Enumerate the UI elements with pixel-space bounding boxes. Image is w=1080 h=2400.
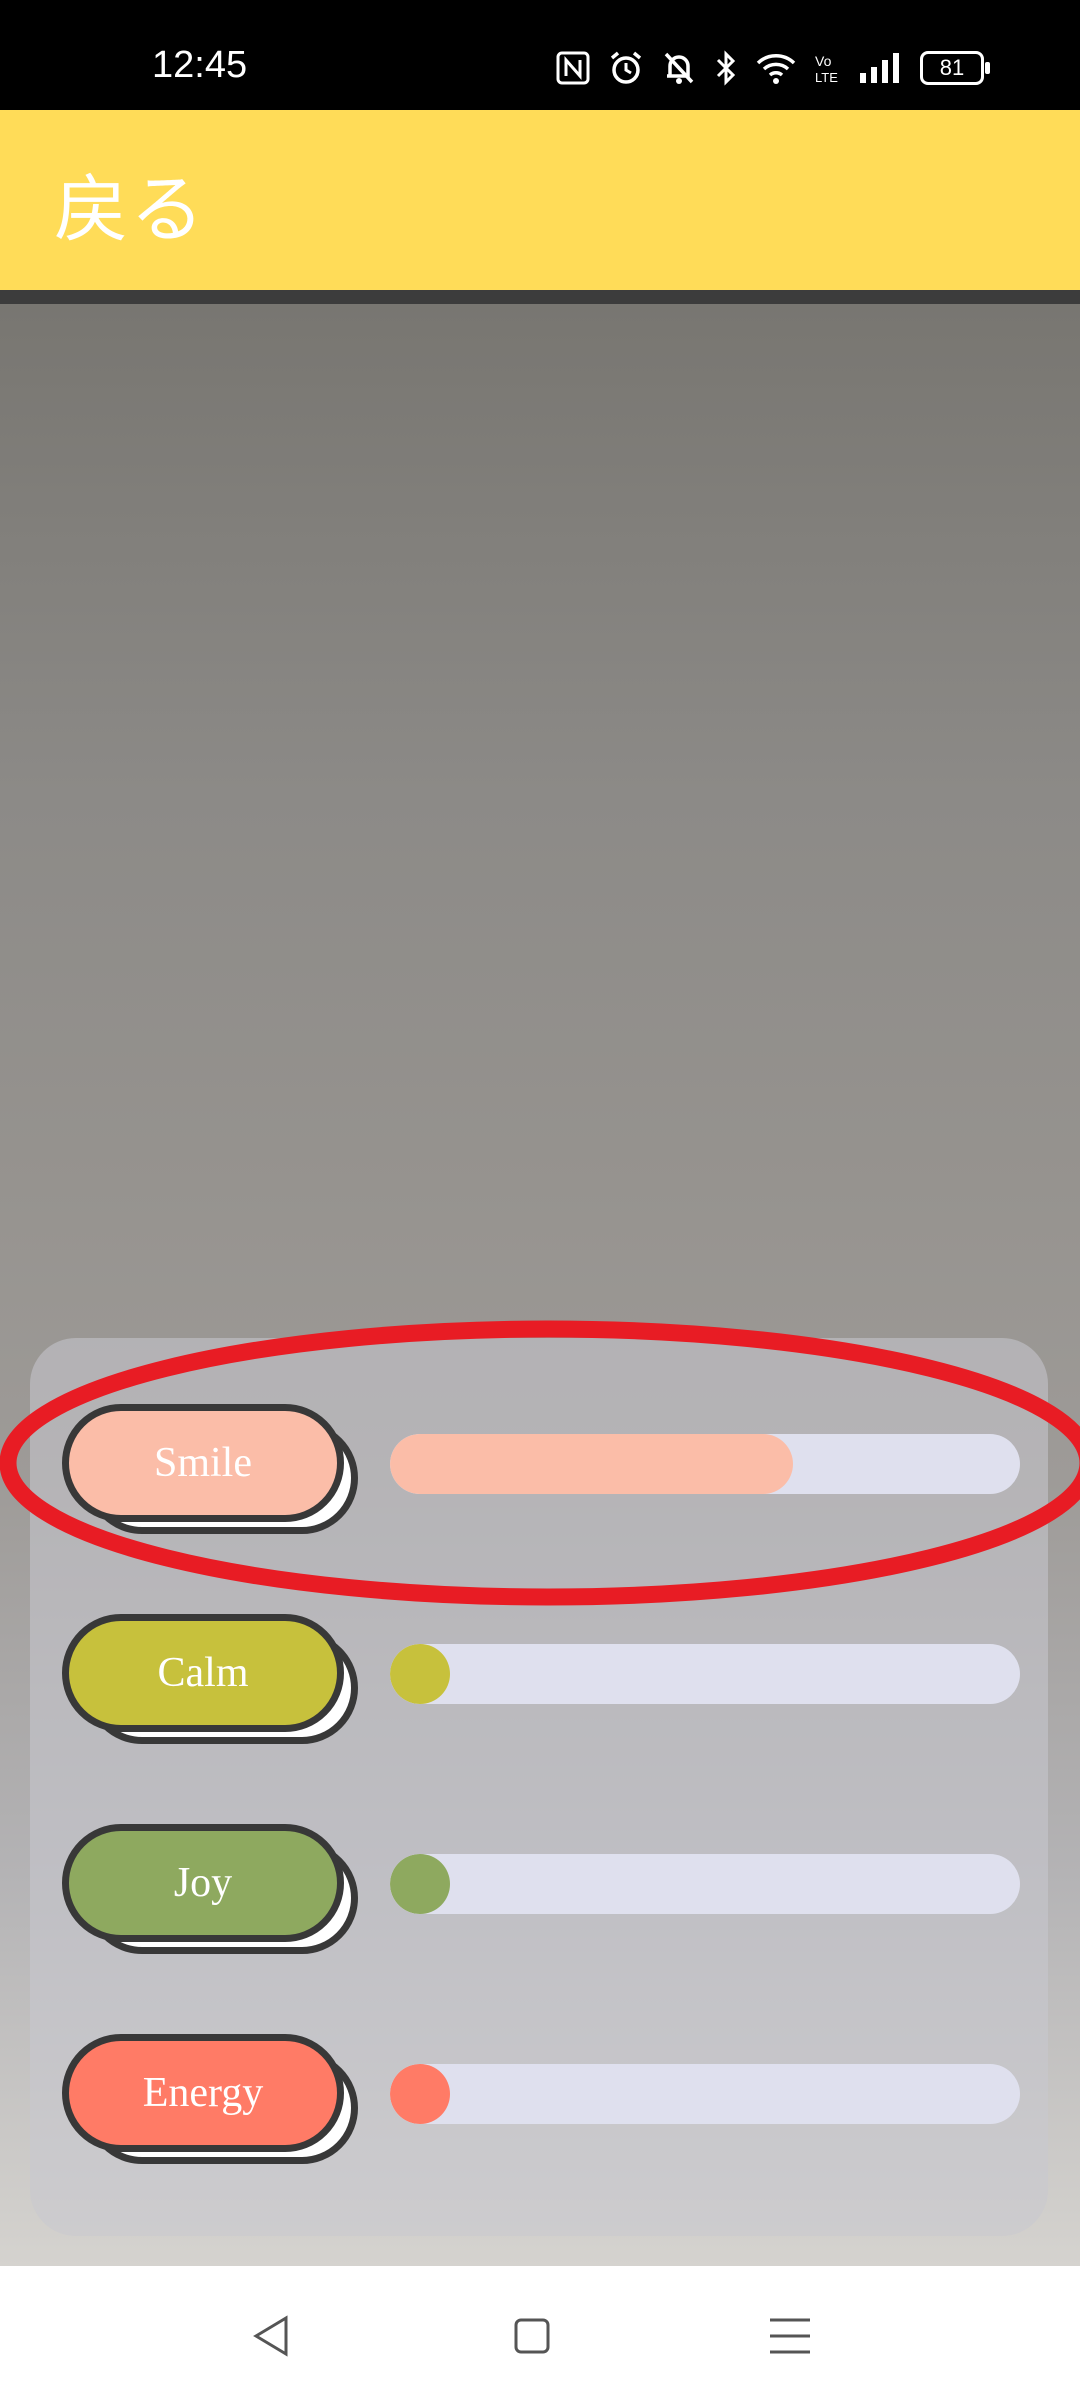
emotion-button-calm[interactable]: Calm <box>62 1614 344 1732</box>
status-time: 12:45 <box>152 44 248 86</box>
emotion-button-energy[interactable]: Energy <box>62 2034 344 2152</box>
status-bar: 12:45 Vo LTE 81 <box>0 0 1080 110</box>
emotion-row-smile: Smile <box>0 1404 1080 1544</box>
slider-fill <box>390 1644 450 1704</box>
emotion-slider-joy[interactable] <box>390 1854 1020 1914</box>
volte-icon: Vo LTE <box>814 46 840 90</box>
slider-fill <box>390 1854 450 1914</box>
emotion-slider-calm[interactable] <box>390 1644 1020 1704</box>
slider-fill <box>390 2064 450 2124</box>
header-divider <box>0 290 1080 304</box>
nfc-icon <box>556 46 590 90</box>
emotion-button-joy[interactable]: Joy <box>62 1824 344 1942</box>
emotion-label: Joy <box>173 1860 233 1906</box>
emotion-button-smile[interactable]: Smile <box>62 1404 344 1522</box>
status-icons: Vo LTE 81 <box>556 44 990 92</box>
emotion-row-joy: Joy <box>0 1824 1080 1964</box>
svg-text:LTE: LTE <box>815 70 838 85</box>
emotion-label: Smile <box>153 1440 252 1486</box>
alarm-icon <box>608 46 644 90</box>
slider-fill <box>390 1434 793 1494</box>
emotion-label: Energy <box>142 2070 264 2116</box>
emotion-slider-energy[interactable] <box>390 2064 1020 2124</box>
mute-icon <box>662 46 696 90</box>
battery-icon: 81 <box>920 51 990 85</box>
wifi-icon <box>756 46 796 90</box>
bluetooth-icon <box>714 46 738 90</box>
emotion-row-calm: Calm <box>0 1614 1080 1754</box>
back-triangle-icon[interactable] <box>242 2306 302 2366</box>
back-button[interactable]: 戻る <box>54 150 206 257</box>
home-square-icon[interactable] <box>502 2306 562 2366</box>
signal-icon <box>858 46 902 90</box>
emotion-label: Calm <box>157 1650 249 1696</box>
system-nav-bar <box>0 2266 1080 2400</box>
emotion-row-energy: Energy <box>0 2034 1080 2174</box>
svg-text:Vo: Vo <box>815 53 832 69</box>
emotion-slider-smile[interactable] <box>390 1434 1020 1494</box>
menu-lines-icon[interactable] <box>760 2306 820 2366</box>
